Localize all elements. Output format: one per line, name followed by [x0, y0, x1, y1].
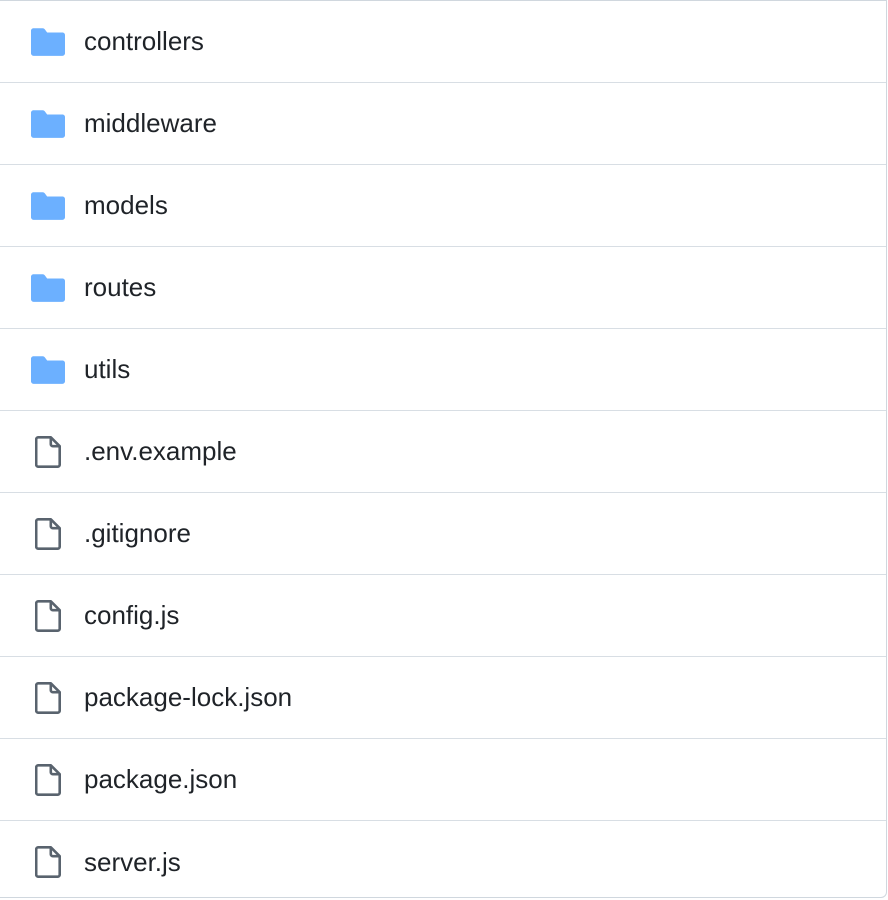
folder-icon: [31, 272, 65, 304]
file-icon: [31, 763, 65, 796]
folder-icon: [31, 190, 65, 222]
file-row-models[interactable]: models: [0, 165, 886, 247]
file-icon: [31, 846, 65, 878]
file-name[interactable]: controllers: [84, 26, 204, 57]
file-name[interactable]: .env.example: [84, 436, 237, 467]
file-name[interactable]: routes: [84, 272, 156, 303]
file-row-routes[interactable]: routes: [0, 247, 886, 329]
folder-icon: [31, 108, 65, 140]
file-icon: [31, 599, 65, 632]
file-icon: [31, 517, 65, 550]
file-name[interactable]: .gitignore: [84, 518, 191, 549]
file-name[interactable]: package-lock.json: [84, 682, 292, 713]
file-row-config-js[interactable]: config.js: [0, 575, 886, 657]
file-row-package-json[interactable]: package.json: [0, 739, 886, 821]
file-icon: [31, 435, 65, 468]
file-name[interactable]: package.json: [84, 764, 237, 795]
file-icon: [31, 681, 65, 714]
file-row-middleware[interactable]: middleware: [0, 83, 886, 165]
file-row-gitignore[interactable]: .gitignore: [0, 493, 886, 575]
file-row-server-js[interactable]: server.js: [0, 821, 886, 900]
file-list: controllers middleware models routes uti…: [0, 0, 887, 898]
file-name[interactable]: middleware: [84, 108, 217, 139]
file-row-utils[interactable]: utils: [0, 329, 886, 411]
file-row-env-example[interactable]: .env.example: [0, 411, 886, 493]
folder-icon: [31, 26, 65, 58]
folder-icon: [31, 354, 65, 386]
file-row-controllers[interactable]: controllers: [0, 1, 886, 83]
file-name[interactable]: utils: [84, 354, 130, 385]
file-row-package-lock-json[interactable]: package-lock.json: [0, 657, 886, 739]
file-name[interactable]: config.js: [84, 600, 179, 631]
file-name[interactable]: models: [84, 190, 168, 221]
file-name[interactable]: server.js: [84, 847, 181, 878]
